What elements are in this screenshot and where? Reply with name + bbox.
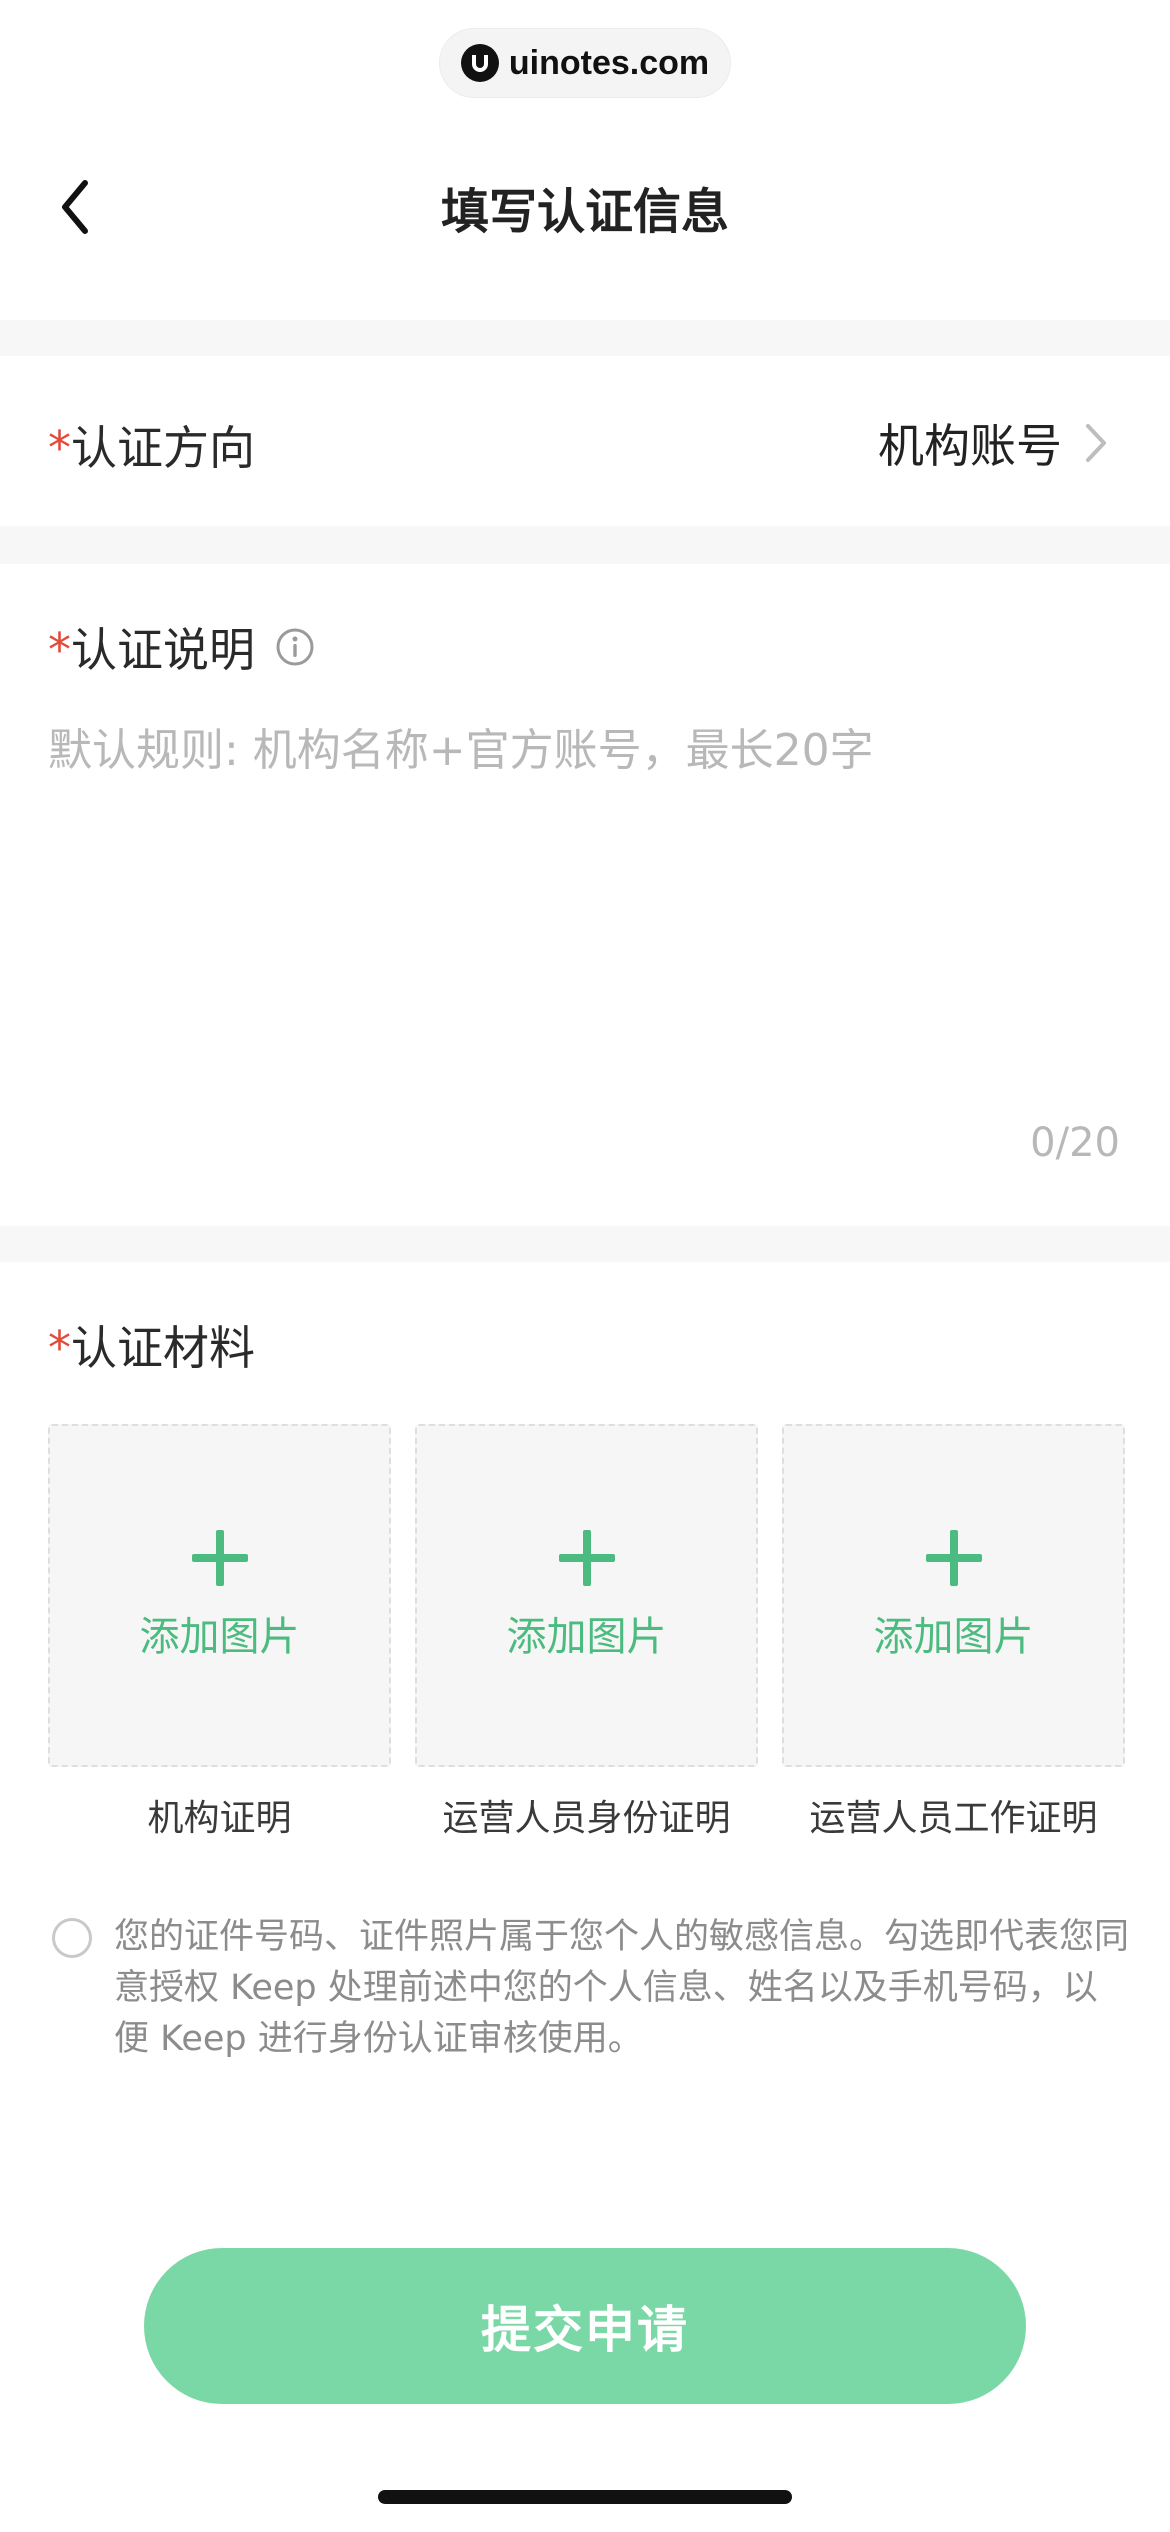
upload-caption: 运营人员身份证明	[442, 1798, 731, 1839]
add-image-label: 添加图片	[873, 1613, 1034, 1660]
direction-label-text: 认证方向	[71, 421, 255, 475]
required-mark: *	[48, 421, 71, 475]
watermark-text: uinotes.com	[508, 43, 710, 82]
upload-item: 添加图片 运营人员工作证明	[782, 1424, 1125, 1841]
home-indicator	[378, 2490, 792, 2504]
page-title: 填写认证信息	[440, 184, 729, 240]
section-divider	[0, 320, 1170, 356]
plus-icon	[558, 1529, 615, 1586]
info-icon[interactable]	[275, 627, 315, 667]
upload-item: 添加图片 运营人员身份证明	[415, 1424, 758, 1841]
direction-selector[interactable]: 机构账号	[878, 410, 1108, 476]
upload-caption: 机构证明	[147, 1798, 292, 1839]
chevron-right-icon	[1086, 424, 1106, 462]
plus-icon	[925, 1529, 982, 1586]
add-image-button[interactable]: 添加图片	[48, 1424, 391, 1767]
navigation-bar: 填写认证信息	[0, 150, 1170, 260]
direction-label: *认证方向	[48, 412, 255, 478]
section-divider	[0, 526, 1170, 564]
upload-tiles: 添加图片 机构证明 添加图片 运营人员身份证明 添加图片 运营人员工作证明	[48, 1424, 1125, 1841]
upload-caption: 运营人员工作证明	[809, 1798, 1098, 1839]
add-image-label: 添加图片	[506, 1613, 667, 1660]
required-mark: *	[48, 1321, 71, 1375]
section-divider	[0, 1226, 1170, 1262]
description-label: *认证说明	[48, 614, 315, 680]
materials-label-text: 认证材料	[71, 1321, 255, 1375]
direction-value: 机构账号	[878, 419, 1062, 473]
description-textarea[interactable]	[48, 714, 1118, 1014]
consent-row: 您的证件号码、证件照片属于您个人的敏感信息。勾选即代表您同意授权 Keep 处理…	[52, 1912, 1132, 2065]
materials-label: *认证材料	[48, 1312, 255, 1378]
plus-icon	[191, 1529, 248, 1586]
direction-row[interactable]: *认证方向 机构账号	[0, 356, 1170, 526]
consent-checkbox[interactable]	[52, 1918, 92, 1958]
materials-section: *认证材料 添加图片 机构证明 添加图片 运营人员身份证明 添加图片 运营人员工…	[0, 1262, 1170, 1862]
submit-button[interactable]: 提交申请	[144, 2248, 1026, 2404]
add-image-button[interactable]: 添加图片	[415, 1424, 758, 1767]
description-section: *认证说明 0/20	[0, 564, 1170, 1226]
uinotes-logo-icon	[460, 44, 499, 82]
upload-item: 添加图片 机构证明	[48, 1424, 391, 1841]
description-label-text: 认证说明	[71, 623, 255, 677]
watermark-badge: uinotes.com	[439, 28, 731, 98]
character-counter: 0/20	[1030, 1120, 1120, 1166]
required-mark: *	[48, 623, 71, 677]
add-image-label: 添加图片	[139, 1613, 300, 1660]
consent-text: 您的证件号码、证件照片属于您个人的敏感信息。勾选即代表您同意授权 Keep 处理…	[114, 1917, 1130, 2059]
add-image-button[interactable]: 添加图片	[782, 1424, 1125, 1767]
